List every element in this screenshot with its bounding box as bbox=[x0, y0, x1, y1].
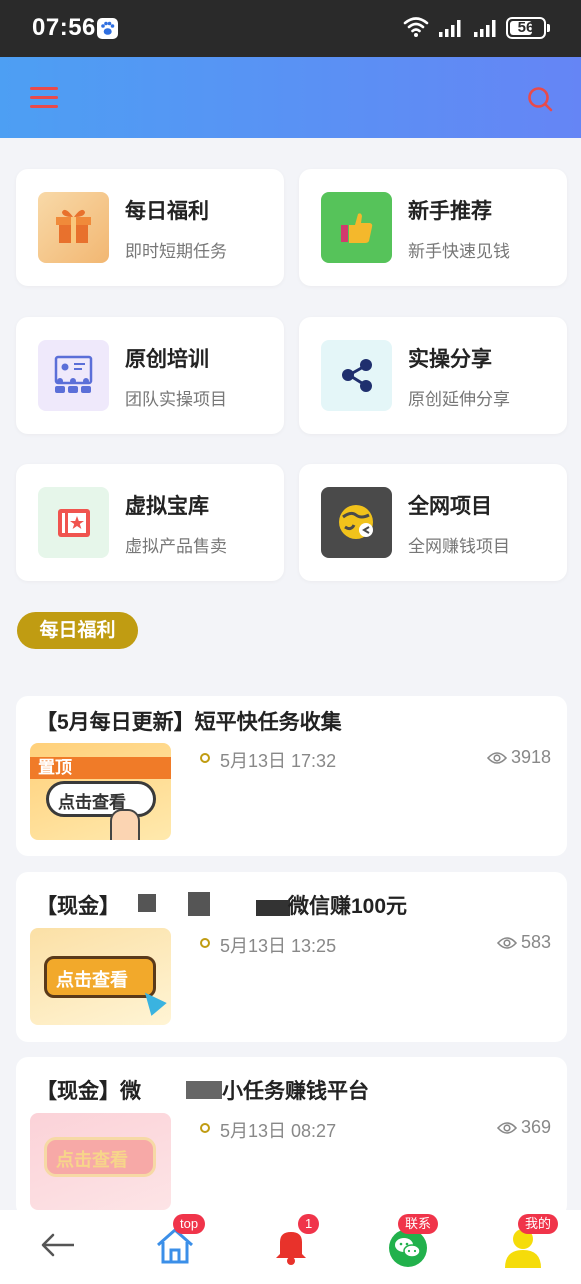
card-share[interactable]: 实操分享 原创延伸分享 bbox=[299, 317, 567, 434]
card-title: 原创培训 bbox=[125, 348, 209, 371]
card-beginner[interactable]: 新手推荐 新手快速见钱 bbox=[299, 169, 567, 286]
card-subtitle: 即时短期任务 bbox=[125, 242, 227, 261]
card-subtitle: 原创延伸分享 bbox=[408, 390, 510, 409]
card-title: 虚拟宝库 bbox=[125, 495, 209, 518]
article-item[interactable]: 【5月每日更新】短平快任务收集 置顶 点击查看 5月13日 17:32 3918 bbox=[16, 696, 567, 856]
article-thumbnail: 点击查看 bbox=[30, 1113, 171, 1210]
signal-icon-2 bbox=[474, 20, 496, 37]
article-title-end: 小任务赚钱平台 bbox=[222, 1080, 369, 1103]
card-title: 新手推荐 bbox=[408, 200, 492, 223]
status-bar: 07:56 56 bbox=[0, 0, 581, 57]
menu-icon[interactable] bbox=[30, 85, 58, 111]
eye-icon bbox=[496, 936, 517, 949]
article-date: 5月13日 13:25 bbox=[220, 936, 337, 956]
app-header bbox=[0, 57, 581, 138]
redacted-block bbox=[186, 1081, 222, 1099]
article-views: 583 bbox=[496, 932, 551, 953]
battery-level: 56 bbox=[517, 19, 535, 36]
card-subtitle: 全网赚钱项目 bbox=[408, 537, 510, 556]
gift-icon bbox=[38, 192, 109, 263]
card-title: 全网项目 bbox=[408, 495, 492, 518]
card-all-projects[interactable]: 全网项目 全网赚钱项目 bbox=[299, 464, 567, 581]
wechat-icon bbox=[389, 1229, 427, 1267]
article-view-count: 583 bbox=[520, 932, 551, 952]
pinned-badge: 置顶 bbox=[38, 758, 72, 777]
thumb-text: 点击查看 bbox=[56, 970, 128, 990]
article-item[interactable]: 【现金】微 小任务赚钱平台 点击查看 5月13日 08:27 369 bbox=[16, 1057, 567, 1217]
article-view-count: 369 bbox=[520, 1117, 551, 1137]
card-daily-benefits[interactable]: 每日福利 即时短期任务 bbox=[16, 169, 284, 286]
article-date: 5月13日 17:32 bbox=[220, 751, 337, 771]
bottom-nav: top 1 联系 我的 bbox=[0, 1210, 581, 1284]
article-title-start: 【现金】 bbox=[36, 895, 120, 918]
article-item[interactable]: 【现金】 微信赚100元 点击查看 5月13日 13:25 583 bbox=[16, 872, 567, 1042]
card-title: 每日福利 bbox=[125, 200, 209, 223]
redacted-block bbox=[256, 900, 290, 916]
back-arrow-icon[interactable] bbox=[40, 1232, 76, 1258]
clock-icon bbox=[200, 1123, 210, 1133]
training-icon bbox=[38, 340, 109, 411]
profile-badge: 我的 bbox=[518, 1214, 559, 1234]
eye-icon bbox=[496, 1121, 517, 1134]
article-date: 5月13日 08:27 bbox=[220, 1121, 337, 1141]
home-badge: top bbox=[173, 1214, 206, 1234]
article-thumbnail: 点击查看 bbox=[30, 928, 171, 1025]
eye-icon bbox=[486, 751, 507, 764]
nav-contact[interactable] bbox=[388, 1228, 428, 1273]
vault-icon bbox=[38, 487, 109, 558]
redacted-block bbox=[138, 894, 156, 912]
wifi-icon bbox=[403, 17, 429, 37]
status-time: 07:56 bbox=[32, 14, 96, 41]
article-views: 369 bbox=[496, 1117, 551, 1138]
card-subtitle: 虚拟产品售卖 bbox=[125, 537, 227, 556]
baidu-paw-icon bbox=[97, 18, 118, 39]
card-subtitle: 团队实操项目 bbox=[125, 390, 227, 409]
clock-icon bbox=[200, 753, 210, 763]
card-training[interactable]: 原创培训 团队实操项目 bbox=[16, 317, 284, 434]
card-virtual-vault[interactable]: 虚拟宝库 虚拟产品售卖 bbox=[16, 464, 284, 581]
thumb-text: 点击查看 bbox=[56, 1150, 128, 1170]
notification-badge: 1 bbox=[298, 1214, 320, 1234]
article-title-start: 【现金】微 bbox=[36, 1080, 141, 1103]
redacted-block bbox=[188, 892, 210, 916]
clock-icon bbox=[200, 938, 210, 948]
search-icon[interactable] bbox=[526, 85, 554, 113]
thumbs-up-icon bbox=[321, 192, 392, 263]
card-title: 实操分享 bbox=[408, 348, 492, 371]
battery-icon: 56 bbox=[506, 17, 546, 39]
article-view-count: 3918 bbox=[510, 747, 551, 767]
globe-icon bbox=[321, 487, 392, 558]
share-icon bbox=[321, 340, 392, 411]
article-title-end: 微信赚100元 bbox=[288, 895, 408, 918]
signal-icon bbox=[439, 20, 461, 37]
article-views: 3918 bbox=[486, 747, 551, 768]
contact-badge: 联系 bbox=[398, 1214, 439, 1234]
article-title: 【5月每日更新】短平快任务收集 bbox=[36, 711, 342, 734]
section-label: 每日福利 bbox=[17, 612, 138, 649]
card-subtitle: 新手快速见钱 bbox=[408, 242, 510, 261]
article-thumbnail: 置顶 点击查看 bbox=[30, 743, 171, 840]
